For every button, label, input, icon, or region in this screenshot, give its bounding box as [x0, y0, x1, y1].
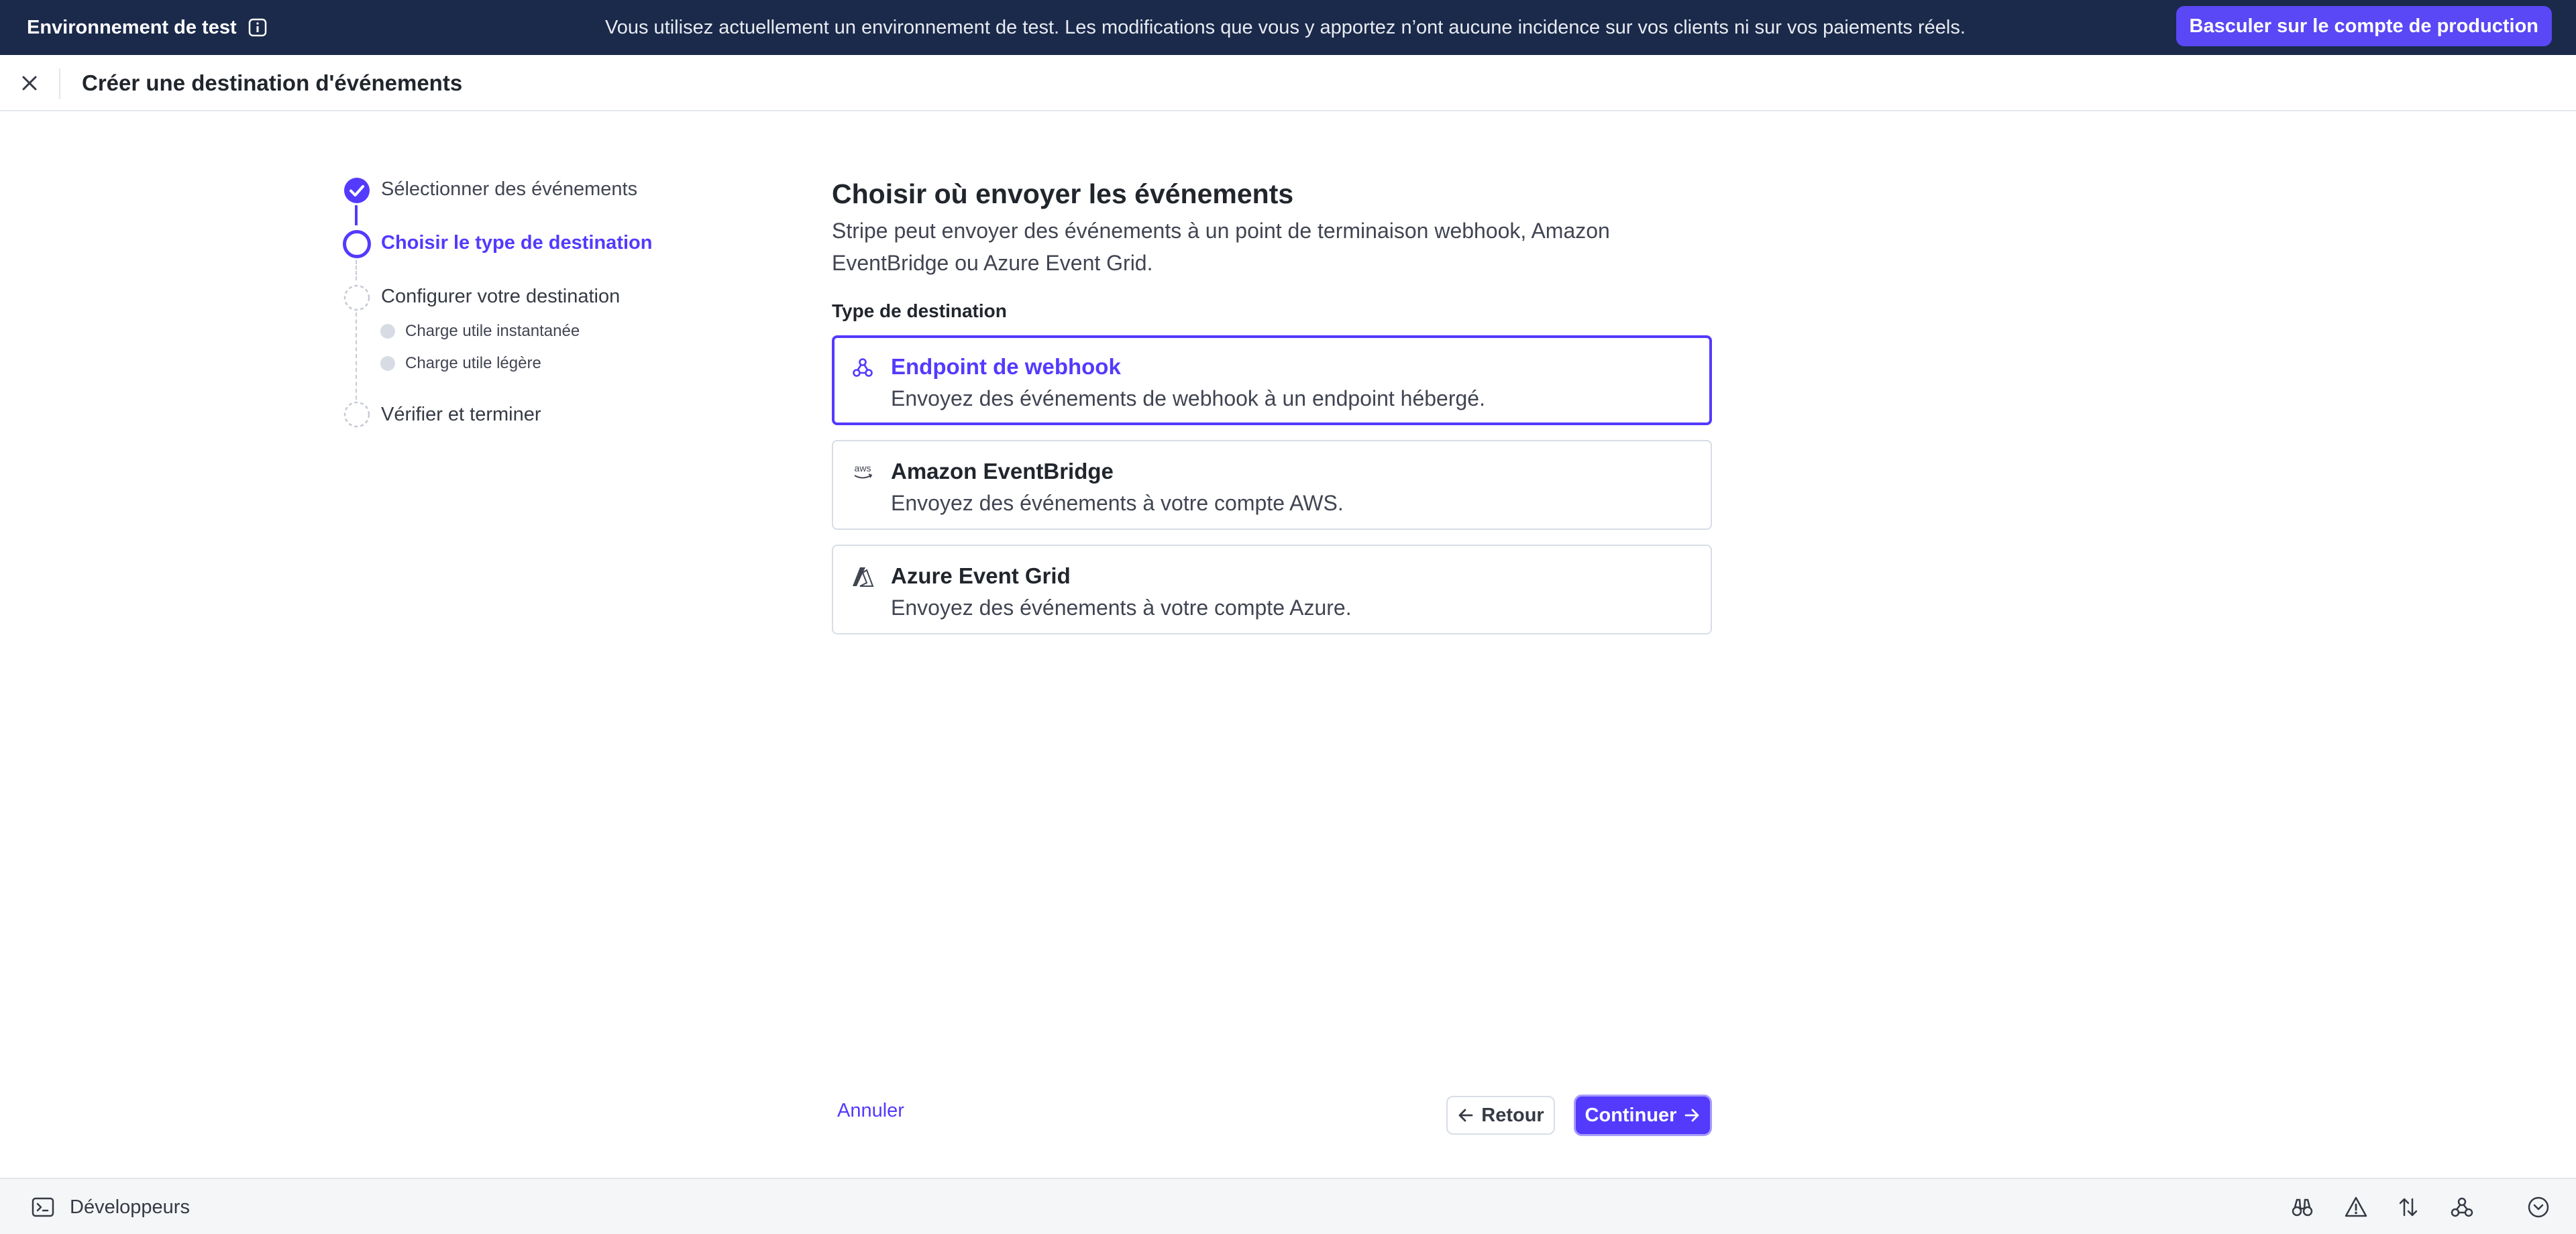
step-active-circle-icon — [343, 230, 371, 258]
banner-message: Vous utilisez actuellement un environnem… — [605, 16, 1966, 38]
info-icon[interactable] — [248, 17, 268, 38]
option-title: Endpoint de webhook — [891, 354, 1121, 379]
arrow-right-icon — [1685, 1109, 1699, 1122]
step-pending-circle-icon — [343, 401, 370, 428]
cancel-link[interactable]: Annuler — [837, 1100, 904, 1122]
substep-snapshot-payload: Charge utile instantanée — [405, 322, 580, 340]
back-button[interactable]: Retour — [1446, 1096, 1555, 1135]
option-amazon-eventbridge[interactable]: aws Amazon EventBridge Envoyez des événe… — [832, 440, 1712, 530]
sheet-title: Créer une destination d'événements — [82, 70, 463, 95]
substep-thin-payload: Charge utile légère — [405, 354, 541, 372]
substep-dot — [380, 356, 395, 371]
terminal-icon[interactable] — [31, 1195, 55, 1219]
option-description: Envoyez des événements à votre compte AW… — [891, 491, 1344, 515]
option-title: Amazon EventBridge — [891, 459, 1114, 484]
step-select-events[interactable]: Sélectionner des événements — [381, 178, 637, 201]
step-connector — [356, 313, 357, 400]
continue-button[interactable]: Continuer — [1574, 1095, 1712, 1136]
destination-type-label: Type de destination — [832, 300, 1007, 321]
sort-arrows-icon[interactable] — [2394, 1192, 2423, 1222]
option-title: Azure Event Grid — [891, 563, 1071, 588]
step-configure-destination: Configurer votre destination — [381, 286, 621, 307]
option-description: Envoyez des événements de webhook à un e… — [891, 386, 1485, 410]
close-icon[interactable] — [15, 68, 44, 98]
env-title-group: Environnement de test — [27, 0, 268, 55]
header-divider — [59, 68, 60, 99]
chevron-down-circle-icon[interactable] — [2524, 1192, 2553, 1222]
arrow-left-icon — [1458, 1109, 1473, 1122]
option-description: Envoyez des événements à votre compte Az… — [891, 596, 1352, 620]
continue-button-label: Continuer — [1585, 1104, 1677, 1126]
switch-to-production-button[interactable]: Basculer sur le compte de production — [2176, 6, 2552, 46]
test-mode-banner: Environnement de test Vous utilisez actu… — [0, 0, 2576, 55]
option-webhook-endpoint[interactable]: Endpoint de webhook Envoyez des événemen… — [832, 335, 1712, 425]
svg-text:aws: aws — [855, 463, 871, 473]
webhook-icon[interactable] — [2447, 1192, 2477, 1222]
step-choose-destination-type: Choisir le type de destination — [381, 232, 653, 254]
option-azure-event-grid[interactable]: Azure Event Grid Envoyez des événements … — [832, 545, 1712, 634]
step-pending-circle-icon — [343, 284, 370, 311]
step-connector — [356, 260, 357, 280]
developers-label[interactable]: Développeurs — [70, 1179, 190, 1234]
step-connector — [355, 205, 358, 225]
sheet-header: Créer une destination d'événements — [0, 55, 2576, 111]
page-description: Stripe peut envoyer des événements à un … — [832, 219, 1610, 275]
binoculars-icon[interactable] — [2288, 1192, 2317, 1222]
env-title: Environnement de test — [27, 16, 237, 38]
azure-icon — [851, 565, 875, 589]
step-review-finish: Vérifier et terminer — [381, 404, 541, 425]
webhook-icon — [851, 355, 875, 380]
page-title: Choisir où envoyer les événements — [832, 178, 1294, 209]
warning-icon[interactable] — [2341, 1192, 2371, 1222]
developers-bar: Développeurs — [0, 1178, 2576, 1234]
back-button-label: Retour — [1481, 1104, 1544, 1126]
step-complete-check-icon — [344, 178, 370, 203]
aws-icon: aws — [851, 460, 875, 484]
substep-dot — [380, 324, 395, 339]
